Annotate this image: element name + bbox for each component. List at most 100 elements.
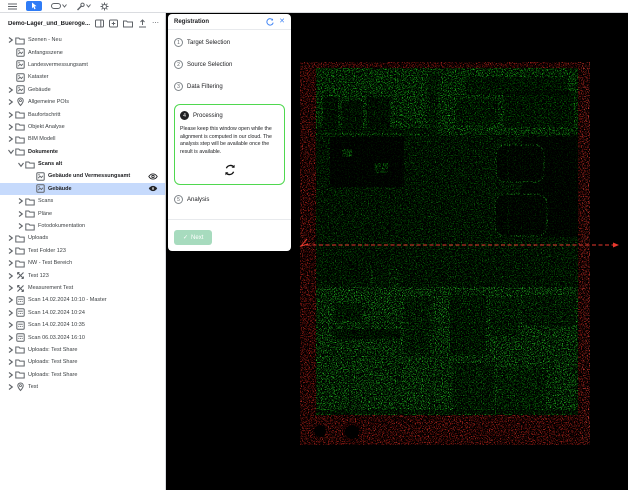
- folder-icon: [15, 246, 25, 255]
- refresh-icon[interactable]: [266, 18, 274, 26]
- scene-icon: [35, 172, 45, 181]
- chevron-down-icon[interactable]: [16, 161, 25, 168]
- step-source-selection[interactable]: 2 Source Selection: [174, 60, 285, 69]
- scan-icon: [15, 321, 25, 330]
- chevron-right-icon[interactable]: [6, 284, 15, 292]
- chevron-right-icon[interactable]: [6, 86, 15, 94]
- chevron-right-icon[interactable]: [6, 334, 15, 342]
- chevron-right-icon[interactable]: [6, 247, 15, 255]
- tree-item-gebäude[interactable]: Gebäude: [0, 84, 165, 96]
- tree-item-scans[interactable]: Scans: [0, 195, 165, 207]
- registration-panel-header: Registration ✕: [168, 14, 291, 30]
- tree-item-scan-14-02-2024-10-10-master[interactable]: Scan 14.02.2024 10:10 - Master: [0, 294, 165, 306]
- tree-item-measurement-test[interactable]: Measurement Test: [0, 282, 165, 294]
- tree-item-label: Pläne: [38, 211, 52, 217]
- tree-item-scan-14-02-2024-10-24[interactable]: Scan 14.02.2024 10:24: [0, 307, 165, 319]
- cursor-icon: [31, 2, 38, 10]
- top-toolbar: [0, 0, 628, 13]
- scene-icon: [15, 48, 25, 57]
- chevron-right-icon[interactable]: [6, 272, 15, 280]
- tree-item-objekt-analyse[interactable]: Objekt Analyse: [0, 121, 165, 133]
- tree-item-uploads-test-share[interactable]: Uploads: Test Share: [0, 344, 165, 356]
- chevron-right-icon[interactable]: [6, 135, 15, 143]
- tree-item-allgemeine-pois[interactable]: Allgemeine POIs: [0, 96, 165, 108]
- tree-item-fotodokumentation[interactable]: Fotodokumentation: [0, 220, 165, 232]
- folder-icon: [15, 122, 25, 131]
- add-box-icon[interactable]: [109, 19, 118, 28]
- close-icon[interactable]: ✕: [279, 18, 285, 25]
- measure-icon: [15, 271, 25, 280]
- visibility-eye-icon[interactable]: [148, 185, 158, 192]
- cursor-tool-button[interactable]: [26, 1, 42, 11]
- tree-item-dokumente[interactable]: Dokumente: [0, 146, 165, 158]
- chevron-right-icon[interactable]: [6, 358, 15, 366]
- chevron-right-icon[interactable]: [16, 210, 25, 218]
- tree-item-label: Fotodokumentation: [38, 223, 85, 229]
- tree-item-test[interactable]: Test: [0, 381, 165, 393]
- project-title: Demo-Lager_und_Bueroge...: [8, 21, 90, 27]
- step-target-selection[interactable]: 1 Target Selection: [174, 38, 285, 47]
- visibility-eye-icon[interactable]: [148, 173, 158, 180]
- tree-item-label: Test Folder 123: [28, 248, 66, 254]
- chevron-right-icon[interactable]: [6, 36, 15, 44]
- tree-item-kataster[interactable]: Kataster: [0, 71, 165, 83]
- registration-panel-footer: ✓ Next: [168, 219, 291, 251]
- chevron-right-icon[interactable]: [16, 222, 25, 230]
- tree-item-gebäude[interactable]: Gebäude: [0, 183, 165, 195]
- chevron-right-icon[interactable]: [6, 111, 15, 119]
- tree-item-test-123[interactable]: Test 123: [0, 269, 165, 281]
- step-number-badge: 5: [174, 195, 183, 204]
- tree-item-nw-test-bereich[interactable]: NW - Test Bereich: [0, 257, 165, 269]
- wrench-tool-button[interactable]: [76, 2, 91, 11]
- tree-item-szenen-neu[interactable]: Szenen - Neu: [0, 34, 165, 46]
- panel-title: Registration: [174, 19, 261, 25]
- tree-item-label: Anfangsszene: [28, 50, 63, 56]
- chevron-right-icon[interactable]: [6, 98, 15, 106]
- step-number-badge: 3: [174, 82, 183, 91]
- scan-icon: [15, 333, 25, 342]
- new-folder-icon[interactable]: [123, 19, 133, 28]
- step-processing-active-box: 4 Processing Please keep this window ope…: [174, 104, 285, 185]
- tree-item-label: NW - Test Bereich: [28, 260, 72, 266]
- chevron-down-icon[interactable]: [6, 148, 15, 155]
- step-processing[interactable]: 4 Processing: [180, 111, 279, 120]
- chevron-right-icon[interactable]: [6, 346, 15, 354]
- tree-item-test-folder-123[interactable]: Test Folder 123: [0, 245, 165, 257]
- tree-item-scan-14-02-2024-10-35[interactable]: Scan 14.02.2024 10:35: [0, 319, 165, 331]
- panel-view-icon[interactable]: [95, 19, 104, 28]
- tree-item-scans-alt[interactable]: Scans alt: [0, 158, 165, 170]
- step-analysis[interactable]: 5 Analysis: [174, 195, 285, 204]
- chevron-right-icon[interactable]: [6, 309, 15, 317]
- tree-item-label: Dokumente: [28, 149, 58, 155]
- tree-item-anfangsszene[interactable]: Anfangsszene: [0, 46, 165, 58]
- chevron-right-icon[interactable]: [6, 296, 15, 304]
- tree-item-gebäude-und-vermessungsamt[interactable]: Gebäude und Vermessungsamt: [0, 170, 165, 182]
- tree-item-pläne[interactable]: Pläne: [0, 207, 165, 219]
- step-data-filtering[interactable]: 3 Data Filtering: [174, 82, 285, 91]
- tree-item-uploads-test-share[interactable]: Uploads: Test Share: [0, 356, 165, 368]
- chevron-right-icon[interactable]: [6, 123, 15, 131]
- tree-item-scan-06-03-2024-16-10[interactable]: Scan 06.03.2024 16:10: [0, 331, 165, 343]
- tree-item-uploads[interactable]: Uploads: [0, 232, 165, 244]
- tree-item-label: Test 123: [28, 273, 49, 279]
- tree-item-bim-modell[interactable]: BIM Modell: [0, 133, 165, 145]
- scan-icon: [15, 308, 25, 317]
- tag-tool-button[interactable]: [51, 3, 67, 9]
- chevron-right-icon[interactable]: [6, 234, 15, 242]
- chevron-right-icon[interactable]: [16, 197, 25, 205]
- tree-item-uploads-test-share[interactable]: Uploads: Test Share: [0, 369, 165, 381]
- chevron-right-icon[interactable]: [6, 383, 15, 391]
- tree-item-baufortschritt[interactable]: Baufortschritt: [0, 108, 165, 120]
- menu-icon[interactable]: [8, 3, 17, 10]
- chevron-right-icon[interactable]: [6, 259, 15, 267]
- tree-item-landesvermessungsamt[interactable]: Landesvermessungsamt: [0, 59, 165, 71]
- measure-icon: [15, 284, 25, 293]
- settings-icon[interactable]: [100, 2, 109, 11]
- chevron-right-icon[interactable]: [6, 371, 15, 379]
- upload-icon[interactable]: [138, 19, 147, 28]
- chevron-right-icon[interactable]: [6, 321, 15, 329]
- scene-tree: Szenen - Neu Anfangsszene Landesvermessung…: [0, 34, 165, 393]
- step-number-badge: 4: [180, 111, 189, 120]
- next-button[interactable]: ✓ Next: [174, 230, 212, 245]
- more-icon[interactable]: ⋯: [152, 21, 159, 27]
